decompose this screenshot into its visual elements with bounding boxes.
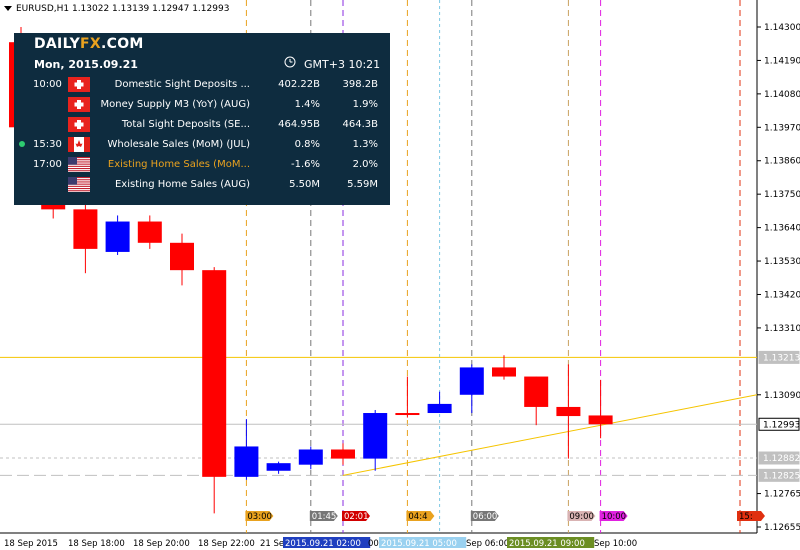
time-tick-label: 21 Se: [260, 539, 284, 549]
event-marker-label: 02:01: [344, 512, 369, 522]
trendline: [342, 394, 758, 476]
event-marker-label: 09:00: [569, 512, 594, 522]
event-marker-label: 06:00: [473, 512, 498, 522]
event-forecast: 464.3B: [342, 119, 379, 130]
chart-menu-icon[interactable]: [4, 6, 12, 11]
event-time: 10:00: [33, 79, 62, 90]
candle-body: [73, 209, 98, 249]
price-tick-label: 1.13090: [764, 391, 800, 401]
event-forecast: 398.2B: [342, 79, 379, 90]
chart-title-text: EURUSD,H1 1.13022 1.13139 1.12947 1.1299…: [16, 4, 230, 14]
swiss-flag-icon: [68, 117, 90, 132]
candle-body: [137, 221, 162, 243]
candle-body: [331, 449, 355, 459]
candle-body: [170, 242, 194, 271]
time-tick-label: Sep 06:00: [466, 539, 509, 549]
candle-body: [105, 221, 130, 252]
time-tick-label: 18 Sep 2015: [4, 539, 58, 549]
price-tick-label: 1.14080: [764, 90, 800, 100]
event-previous: -1.6%: [290, 159, 320, 170]
price-label: 1.12825: [763, 471, 800, 481]
price-label: 1.12882: [763, 454, 800, 464]
status-dot: [19, 141, 25, 147]
candle-body: [492, 367, 516, 377]
dailyfx-logo: DAILYFX.COM: [34, 36, 144, 52]
price-label: 1.12993: [763, 420, 800, 430]
calendar-event-row[interactable]: 15:30 Wholesale Sales (MoM) (JUL) 0.8% 1.3%: [14, 135, 390, 155]
event-name: Money Supply M3 (YoY) (AUG): [100, 99, 250, 110]
event-forecast: 2.0%: [352, 159, 378, 170]
event-name: Existing Home Sales (MoM...: [107, 159, 250, 170]
event-marker-label: 15:: [739, 512, 753, 522]
time-tick-label: Sep 10:00: [594, 539, 637, 549]
event-time: 17:00: [33, 159, 62, 170]
economic-calendar-panel: DAILYFX.COM Mon, 2015.09.21 GMT+3 10:21 …: [14, 33, 390, 205]
price-tick-label: 1.12765: [764, 490, 800, 500]
candle-body: [266, 463, 291, 471]
calendar-event-row[interactable]: 17:00 Existing Home Sales (MoM... -1.6% 2.0…: [14, 155, 390, 175]
event-marker-label: 10:00: [602, 512, 627, 522]
time-tick-label: 18 Sep 20:00: [133, 539, 190, 549]
candle-body: [459, 367, 484, 395]
candle-body: [588, 415, 613, 425]
event-name: Domestic Sight Deposits ...: [114, 79, 250, 90]
price-tick-label: 1.13530: [764, 257, 800, 267]
price-tick-label: 1.13750: [764, 190, 800, 200]
event-marker-label: 01:45: [312, 512, 337, 522]
event-previous: 464.95B: [278, 119, 320, 130]
candle-body: [234, 446, 259, 477]
price-tick-label: 1.14300: [764, 23, 800, 33]
event-time: 15:30: [33, 139, 62, 150]
event-name: Wholesale Sales (MoM) (JUL): [107, 139, 250, 150]
candle-body: [298, 449, 323, 465]
event-name: Existing Home Sales (AUG): [114, 179, 250, 190]
us-flag-icon: [68, 177, 90, 192]
swiss-flag-icon: [68, 97, 90, 112]
candle-body: [427, 403, 452, 414]
event-forecast: 1.3%: [352, 139, 378, 150]
calendar-event-row[interactable]: 10:00 Domestic Sight Deposits ... 402.22B 3…: [14, 75, 390, 95]
clock-icon: [284, 56, 296, 68]
price-tick-label: 1.13860: [764, 157, 800, 167]
price-tick-label: 1.13640: [764, 224, 800, 234]
chart-title: EURUSD,H1 1.13022 1.13139 1.12947 1.1299…: [4, 4, 229, 14]
calendar-date: Mon, 2015.09.21: [34, 58, 138, 71]
time-tick-label: 18 Sep 22:00: [198, 539, 255, 549]
price-label: 1.13213: [763, 353, 800, 363]
time-tick-label: 18 Sep 18:00: [68, 539, 125, 549]
swiss-flag-icon: [68, 77, 90, 92]
event-forecast: 5.59M: [347, 179, 378, 190]
event-previous: 1.4%: [294, 99, 320, 110]
price-tick-label: 1.12655: [764, 523, 800, 533]
time-tick-label: 2015.09.21 05:00: [381, 539, 457, 549]
candle-body: [556, 406, 581, 417]
price-tick-label: 1.13310: [764, 324, 800, 334]
event-previous: 402.22B: [278, 79, 320, 90]
event-forecast: 1.9%: [352, 99, 378, 110]
event-previous: 5.50M: [289, 179, 320, 190]
event-name: Total Sight Deposits (SE...: [121, 119, 250, 130]
price-tick-label: 1.13970: [764, 123, 800, 133]
calendar-event-row[interactable]: Existing Home Sales (AUG) 5.50M 5.59M: [14, 175, 390, 195]
calendar-event-row[interactable]: Money Supply M3 (YoY) (AUG) 1.4% 1.9%: [14, 95, 390, 115]
event-marker-label: 03:00: [247, 512, 272, 522]
candle-body: [202, 270, 227, 477]
candle-body: [395, 413, 420, 416]
calendar-timezone: GMT+3 10:21: [304, 58, 381, 71]
canada-flag-icon: [68, 137, 90, 152]
event-previous: 0.8%: [294, 139, 320, 150]
candle-body: [363, 413, 388, 459]
us-flag-icon: [68, 157, 90, 172]
price-tick-label: 1.13420: [764, 290, 800, 300]
time-tick-label: 2015.09.21 09:00: [509, 539, 585, 549]
time-tick-label: 00: [368, 539, 379, 549]
event-marker-label: 04:4: [408, 512, 427, 522]
calendar-event-row[interactable]: Total Sight Deposits (SE... 464.95B 464.3B: [14, 115, 390, 135]
time-tick-label: 2015.09.21 02:00: [285, 539, 361, 549]
candle-body: [524, 376, 549, 407]
price-tick-label: 1.14190: [764, 56, 800, 66]
